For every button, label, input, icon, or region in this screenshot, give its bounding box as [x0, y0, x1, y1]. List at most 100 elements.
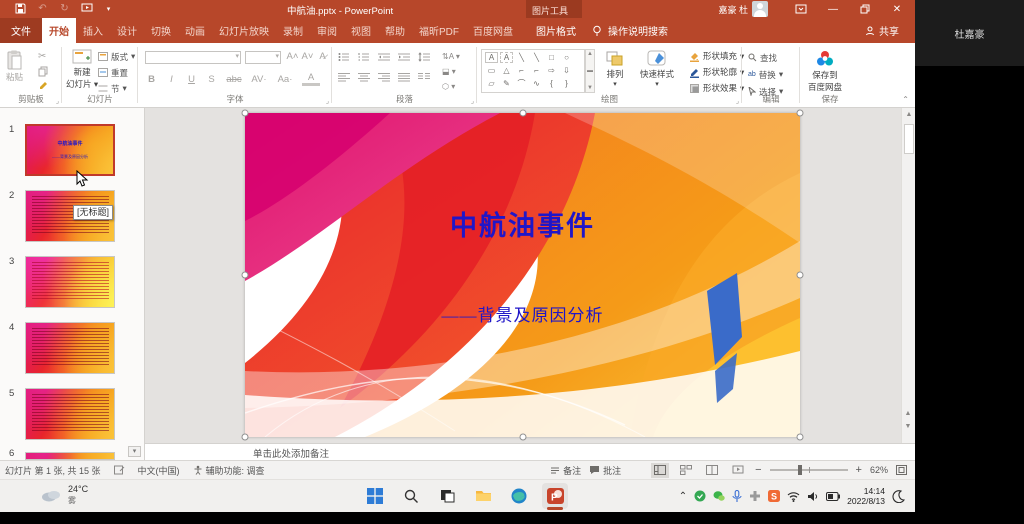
bullets-icon[interactable]: [338, 52, 350, 62]
zoom-level[interactable]: 62%: [870, 465, 888, 475]
underline-button[interactable]: U: [185, 74, 198, 85]
layout-button[interactable]: 版式 ▾: [98, 50, 135, 63]
search-button[interactable]: [398, 483, 424, 509]
file-explorer-button[interactable]: [470, 483, 496, 509]
battery-icon[interactable]: [826, 492, 840, 501]
tab-animations[interactable]: 动画: [178, 18, 212, 43]
account-name[interactable]: 嘉豪 杜: [718, 3, 748, 16]
accessibility-status[interactable]: 辅助功能: 调查: [193, 464, 265, 477]
arrange-button[interactable]: 排列▾: [605, 50, 625, 88]
notes-splitter-icon[interactable]: ▾: [128, 446, 141, 457]
text-shadow-button[interactable]: S: [205, 74, 218, 85]
paragraph-dialog-launcher-icon[interactable]: ⌟: [471, 97, 474, 105]
ribbon-display-options-icon[interactable]: [788, 0, 814, 18]
tray-expand-icon[interactable]: ⌃: [679, 491, 687, 502]
tab-picture-format[interactable]: 图片格式: [526, 18, 586, 43]
tab-design[interactable]: 设计: [110, 18, 144, 43]
character-spacing-button[interactable]: AV·: [250, 74, 268, 85]
share-button[interactable]: 共享: [865, 18, 899, 43]
comments-toggle[interactable]: 批注: [589, 464, 621, 477]
text-direction-icon[interactable]: ⇅A ▾: [442, 52, 460, 61]
replace-button[interactable]: ab替换 ▾: [748, 68, 783, 81]
change-case-button[interactable]: Aa·: [275, 74, 295, 85]
strikethrough-button[interactable]: abc: [225, 74, 243, 85]
selection-handle-sw[interactable]: [242, 434, 249, 441]
slide-thumbnail-4[interactable]: [25, 322, 115, 374]
shrink-font-icon[interactable]: A˅: [301, 51, 314, 62]
display-settings-icon[interactable]: [114, 465, 125, 475]
find-button[interactable]: 查找: [748, 51, 783, 64]
selection-handle-ne[interactable]: [797, 110, 804, 117]
convert-smartart-icon[interactable]: ⬡ ▾: [442, 82, 460, 91]
normal-view-button[interactable]: [651, 463, 669, 478]
decrease-indent-icon[interactable]: [378, 52, 390, 62]
restore-button[interactable]: [852, 0, 878, 18]
slide-thumbnail-6[interactable]: [25, 452, 115, 460]
align-left-icon[interactable]: [338, 72, 350, 82]
notes-placeholder[interactable]: 单击此处添加备注: [253, 446, 329, 460]
slide-thumbnail-3[interactable]: [25, 256, 115, 308]
notes-toggle[interactable]: 备注: [550, 464, 581, 477]
slide-title-text[interactable]: 中航油事件: [245, 204, 800, 243]
font-size-combobox[interactable]: [245, 51, 281, 64]
font-dialog-launcher-icon[interactable]: ⌟: [326, 97, 329, 105]
scrollbar-thumb[interactable]: [904, 124, 914, 154]
new-slide-button[interactable]: 新建 幻灯片 ▾: [66, 49, 98, 90]
slideshow-view-button[interactable]: [729, 463, 747, 478]
tab-review[interactable]: 审阅: [310, 18, 344, 43]
shape-gallery-scrollbar[interactable]: ▲▬▼: [585, 49, 595, 93]
tab-file[interactable]: 文件: [0, 18, 42, 43]
quick-styles-button[interactable]: 快速样式▾: [640, 50, 674, 88]
tab-transitions[interactable]: 切换: [144, 18, 178, 43]
tray-meeting-icon[interactable]: [749, 490, 761, 502]
paste-button[interactable]: 粘贴: [6, 50, 23, 83]
cut-icon[interactable]: ✂: [38, 51, 48, 62]
shape-outline-button[interactable]: 形状轮廓 ▾: [689, 65, 744, 79]
tab-foxit-pdf[interactable]: 福昕PDF: [412, 18, 466, 43]
clock-widget[interactable]: 14:14 2022/8/13: [847, 486, 885, 506]
justify-icon[interactable]: [398, 72, 410, 82]
selection-handle-w[interactable]: [242, 272, 249, 279]
fit-to-window-icon[interactable]: [896, 465, 907, 475]
clipboard-dialog-launcher-icon[interactable]: ⌟: [56, 97, 59, 105]
focus-assist-moon-icon[interactable]: [892, 490, 905, 503]
edge-browser-button[interactable]: [506, 483, 532, 509]
language-status[interactable]: 中文(中国): [138, 464, 180, 477]
scroll-up-icon[interactable]: ▲: [902, 108, 915, 121]
tray-shield-icon[interactable]: [694, 490, 706, 502]
close-button[interactable]: ✕: [884, 0, 910, 18]
tab-home[interactable]: 开始: [42, 18, 76, 43]
zoom-in-icon[interactable]: +: [856, 464, 862, 476]
tell-me-search[interactable]: 操作说明搜索: [592, 18, 668, 43]
tab-baidu-netdisk[interactable]: 百度网盘: [466, 18, 520, 43]
numbering-icon[interactable]: [358, 52, 370, 62]
selection-handle-s[interactable]: [519, 434, 526, 441]
slide-thumbnail-1[interactable]: 中航油事件 ——背景及原因分析: [25, 124, 115, 176]
tab-insert[interactable]: 插入: [76, 18, 110, 43]
align-text-icon[interactable]: ⬓ ▾: [442, 67, 460, 76]
zoom-slider[interactable]: [770, 469, 848, 471]
next-slide-icon[interactable]: ▼: [901, 420, 915, 433]
task-view-button[interactable]: [434, 483, 460, 509]
zoom-out-icon[interactable]: −: [755, 464, 761, 476]
reset-button[interactable]: 重置: [98, 66, 135, 79]
shape-fill-button[interactable]: 形状填充 ▾: [689, 49, 744, 63]
tray-sogou-icon[interactable]: S: [768, 490, 780, 502]
weather-widget[interactable]: 24°C 雾: [40, 484, 88, 506]
slide-thumbnail-5[interactable]: [25, 388, 115, 440]
grow-font-icon[interactable]: A˄: [286, 51, 299, 62]
align-right-icon[interactable]: [378, 72, 390, 82]
tab-record[interactable]: 录制: [276, 18, 310, 43]
increase-indent-icon[interactable]: [398, 52, 410, 62]
selection-handle-e[interactable]: [797, 272, 804, 279]
tab-view[interactable]: 视图: [344, 18, 378, 43]
account-avatar[interactable]: [752, 1, 768, 17]
drawing-dialog-launcher-icon[interactable]: ⌟: [736, 97, 739, 105]
slide-canvas[interactable]: 中航油事件 ——背景及原因分析: [245, 113, 800, 437]
tray-wechat-icon[interactable]: [713, 490, 725, 502]
copy-icon[interactable]: [38, 66, 48, 77]
wifi-icon[interactable]: [787, 491, 800, 502]
align-center-icon[interactable]: [358, 72, 370, 82]
minimize-button[interactable]: —: [820, 0, 846, 18]
start-slideshow-icon[interactable]: [80, 2, 93, 15]
